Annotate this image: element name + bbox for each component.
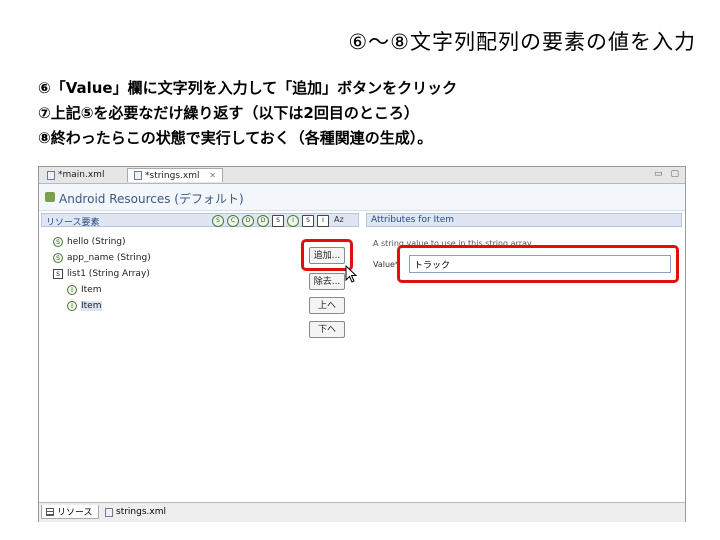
xml-file-icon xyxy=(134,171,142,180)
tree-node-item-2[interactable]: I Item xyxy=(67,299,102,313)
resource-elements-title: リソース要素 xyxy=(46,218,100,228)
attributes-title: Attributes for Item xyxy=(371,215,455,225)
tab-main-xml[interactable]: *main.xml xyxy=(41,168,123,182)
step-list: ⑥「Value」欄に文字列を入力して「追加」ボタンをクリック ⑦上記⑤を必要なだ… xyxy=(38,76,457,151)
step-7: ⑦上記⑤を必要なだけ繰り返す（以下は2回目のところ） xyxy=(38,104,419,122)
android-icon xyxy=(45,192,55,202)
value-label: Value* xyxy=(373,260,399,269)
string-icon: S xyxy=(53,237,63,247)
move-down-button[interactable]: 下へ xyxy=(309,321,345,338)
editor-tab-bar: *main.xml *strings.xml ✕ ▭ ▢ xyxy=(39,167,685,184)
resource-elements-header: リソース要素 S C D D S I S I Az xyxy=(41,213,359,228)
eclipse-editor-screenshot: *main.xml *strings.xml ✕ ▭ ▢ Android Res… xyxy=(38,166,686,522)
tab-label: strings.xml xyxy=(116,507,166,517)
tab-strings-xml-source[interactable]: strings.xml xyxy=(101,505,171,519)
color-type-icon[interactable]: C xyxy=(227,215,239,227)
tree-node-label: app_name (String) xyxy=(67,253,151,263)
tab-label: *strings.xml xyxy=(145,170,200,181)
value-field-highlight xyxy=(397,245,679,283)
move-up-button[interactable]: 上へ xyxy=(309,297,345,314)
maximize-icon[interactable]: ▢ xyxy=(670,169,679,179)
tab-strings-xml[interactable]: *strings.xml ✕ xyxy=(127,168,223,182)
tree-node-label: hello (String) xyxy=(67,237,126,247)
string-icon: S xyxy=(53,253,63,263)
tab-resources[interactable]: リソース xyxy=(41,505,99,519)
item-icon: I xyxy=(67,301,77,311)
tree-node-label: list1 (String Array) xyxy=(67,269,150,279)
sort-icon[interactable]: Az xyxy=(334,215,344,227)
xml-file-icon xyxy=(105,507,113,517)
resources-grid-icon xyxy=(46,507,54,516)
string-type-icon[interactable]: S xyxy=(212,215,224,227)
close-icon[interactable]: ✕ xyxy=(209,171,216,180)
minimize-icon[interactable]: ▭ xyxy=(654,169,663,179)
string-array-type-icon[interactable]: S xyxy=(302,215,314,227)
attributes-header: Attributes for Item xyxy=(366,213,682,227)
resources-title: Android Resources (デフォルト) xyxy=(59,192,244,206)
item-icon: I xyxy=(67,285,77,295)
tab-label: リソース xyxy=(57,508,93,518)
dimension-type-icon[interactable]: D xyxy=(242,215,254,227)
xml-file-icon xyxy=(47,170,55,180)
step-8: ⑧終わったらこの状態で実行しておく（各種関連の生成）。 xyxy=(38,129,433,147)
tree-node-item-1[interactable]: I Item xyxy=(67,283,102,297)
item-type-icon[interactable]: I xyxy=(287,215,299,227)
tab-label: *main.xml xyxy=(58,170,105,180)
tree-node-list1[interactable]: S list1 (String Array) xyxy=(53,267,150,281)
type-filter-icons: S C D D S I S I Az xyxy=(212,215,344,227)
tree-node-hello[interactable]: S hello (String) xyxy=(53,235,126,249)
resources-header: Android Resources (デフォルト) xyxy=(39,184,685,211)
tree-node-label: Item xyxy=(81,301,102,311)
drawable-type-icon[interactable]: D xyxy=(257,215,269,227)
step-6: ⑥「Value」欄に文字列を入力して「追加」ボタンをクリック xyxy=(38,79,458,97)
tree-node-label: Item xyxy=(81,285,102,295)
tree-node-app-name[interactable]: S app_name (String) xyxy=(53,251,151,265)
remove-button[interactable]: 除去... xyxy=(309,273,345,290)
mouse-pointer-icon xyxy=(345,265,358,283)
integer-array-type-icon[interactable]: I xyxy=(317,215,329,227)
window-controls: ▭ ▢ xyxy=(654,169,679,179)
style-type-icon[interactable]: S xyxy=(272,215,284,227)
bottom-tab-bar: リソース strings.xml xyxy=(39,502,685,522)
string-array-icon: S xyxy=(53,269,63,279)
slide-title: ⑥～⑧文字列配列の要素の値を入力 xyxy=(348,30,696,54)
